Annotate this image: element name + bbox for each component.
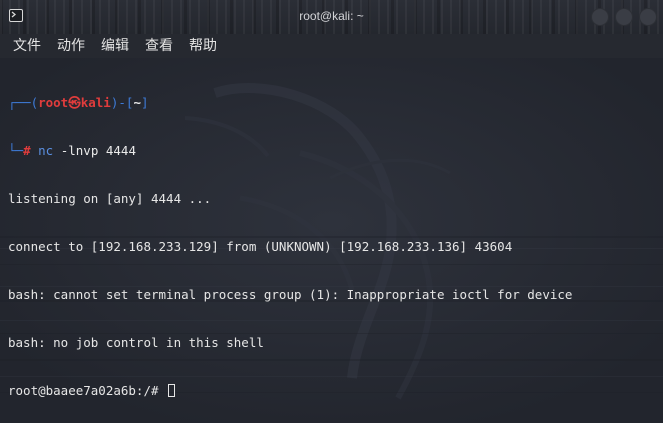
prompt-line-2: └─# nc -lnvp 4444 <box>8 143 572 159</box>
menu-help[interactable]: 帮助 <box>189 37 217 55</box>
shell-prompt: root@baaee7a02a6b:/# <box>8 383 167 398</box>
output-line: bash: no job control in this shell <box>8 335 264 350</box>
output-line: connect to [192.168.233.129] from (UNKNO… <box>8 239 513 254</box>
prompt-line-1: ┌──(root㉿kali)-[~] <box>8 95 572 111</box>
prompt-at-symbol: ㉿ <box>68 95 81 110</box>
title-bar[interactable]: root@kali: ~ <box>0 0 663 35</box>
prompt-dash: - <box>118 95 126 110</box>
output-line: bash: cannot set terminal process group … <box>8 287 573 302</box>
text-cursor <box>168 384 176 397</box>
shell-prompt-line[interactable]: root@baaee7a02a6b:/# <box>8 383 572 399</box>
terminal-lines: ┌──(root㉿kali)-[~] └─# nc -lnvp 4444 lis… <box>8 63 572 423</box>
output-line: listening on [any] 4444 ... <box>8 191 212 206</box>
command-args: -lnvp 4444 <box>53 143 136 158</box>
prompt-frame-top: ┌── <box>8 95 31 110</box>
prompt-user: root <box>38 95 69 110</box>
prompt-host: kali <box>80 95 111 110</box>
menu-bar: 文件 动作 编辑 查看 帮助 <box>0 34 663 58</box>
minimize-button[interactable] <box>591 8 609 26</box>
prompt-directory: ~ <box>133 95 141 110</box>
prompt-dir-close: ] <box>140 95 149 110</box>
prompt-hash: # <box>23 143 31 158</box>
prompt-frame-bottom: └─ <box>8 143 24 158</box>
command-name: nc <box>38 143 54 158</box>
menu-actions[interactable]: 动作 <box>57 37 85 55</box>
prompt-open-paren: ( <box>30 95 39 110</box>
terminal-output-area[interactable]: ┌──(root㉿kali)-[~] └─# nc -lnvp 4444 lis… <box>0 58 663 423</box>
terminal-window: root@kali: ~ 文件 动作 编辑 查看 帮助 ┌──(root㉿kal… <box>0 0 663 423</box>
menu-file[interactable]: 文件 <box>13 37 41 55</box>
menu-edit[interactable]: 编辑 <box>101 37 129 55</box>
maximize-button[interactable] <box>615 8 633 26</box>
window-title: root@kali: ~ <box>299 9 364 23</box>
menu-view[interactable]: 查看 <box>145 37 173 55</box>
close-button[interactable] <box>639 8 657 26</box>
